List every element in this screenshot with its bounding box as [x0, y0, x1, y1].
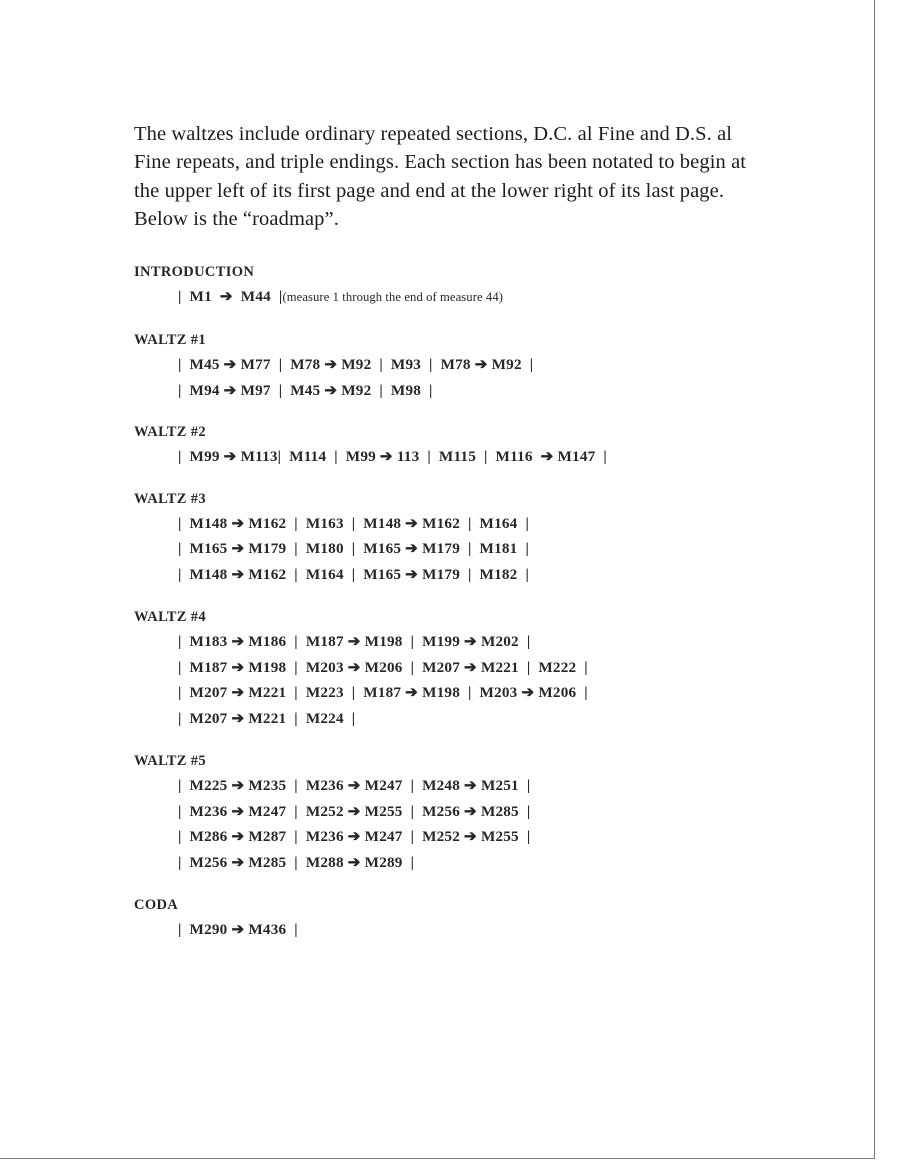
- section-title: WALTZ #4: [134, 609, 206, 626]
- measure-line: | M286 ➔ M287 | M236 ➔ M247 | M252 ➔ M25…: [178, 828, 531, 846]
- measure-line: | M45 ➔ M77 | M78 ➔ M92 | M93 | M78 ➔ M9…: [178, 356, 534, 374]
- section-title: CODA: [134, 897, 179, 914]
- measure-line: | M148 ➔ M162 | M163 | M148 ➔ M162 | M16…: [178, 514, 530, 532]
- section-waltz-3: WALTZ #3 | M148 ➔ M162 | M163 | M148 ➔ M…: [134, 491, 774, 588]
- section-waltz-2: WALTZ #2 | M99 ➔ M113| M114 | M99 ➔ 113 …: [134, 424, 774, 470]
- measure-line: | M236 ➔ M247 | M252 ➔ M255 | M256 ➔ M28…: [178, 802, 531, 820]
- measure-line: | M99 ➔ M113| M114 | M99 ➔ 113 | M115 | …: [178, 448, 607, 466]
- section-title: WALTZ #3: [134, 490, 206, 507]
- measure-line: | M165 ➔ M179 | M180 | M165 ➔ M179 | M18…: [178, 540, 530, 558]
- section-title: WALTZ #1: [134, 332, 206, 349]
- measure-line: | M290 ➔ M436 |: [178, 921, 298, 939]
- section-coda: CODA | M290 ➔ M436 |: [134, 897, 774, 943]
- measure-line: | M183 ➔ M186 | M187 ➔ M198 | M199 ➔ M20…: [178, 633, 531, 651]
- section-title: INTRODUCTION: [134, 263, 255, 280]
- section-title: WALTZ #2: [134, 424, 206, 441]
- measure-line: | M207 ➔ M221 | M223 | M187 ➔ M198 | M20…: [178, 684, 588, 702]
- section-waltz-4: WALTZ #4 | M183 ➔ M186 | M187 ➔ M198 | M…: [134, 609, 774, 731]
- section-waltz-5: WALTZ #5 | M225 ➔ M235 | M236 ➔ M247 | M…: [134, 753, 774, 875]
- intro-paragraph: The waltzes include ordinary repeated se…: [134, 123, 747, 231]
- measure-line: | M187 ➔ M198 | M203 ➔ M206 | M207 ➔ M22…: [178, 658, 588, 676]
- page-border-right: [874, 0, 875, 1159]
- measure-line: | M94 ➔ M97 | M45 ➔ M92 | M98 |: [178, 381, 433, 399]
- measure-line: | M225 ➔ M235 | M236 ➔ M247 | M248 ➔ M25…: [178, 777, 531, 795]
- measure-line: | M256 ➔ M285 | M288 ➔ M289 |: [178, 853, 415, 871]
- document-page: The waltzes include ordinary repeated se…: [0, 0, 900, 1164]
- section-waltz-1: WALTZ #1 | M45 ➔ M77 | M78 ➔ M92 | M93 |…: [134, 332, 774, 403]
- measure-note: (measure 1 through the end of measure 44…: [282, 289, 504, 304]
- section-title: WALTZ #5: [134, 753, 206, 770]
- document-content: The waltzes include ordinary repeated se…: [134, 120, 774, 943]
- measure-line: | M148 ➔ M162 | M164 | M165 ➔ M179 | M18…: [178, 565, 530, 583]
- measure-line: | M1 ➔ M44 |(measure 1 through the end o…: [178, 284, 774, 311]
- measure-range-text: | M1 ➔ M44 |: [178, 287, 283, 305]
- section-introduction: INTRODUCTION | M1 ➔ M44 |(measure 1 thro…: [134, 264, 774, 311]
- measure-line: | M207 ➔ M221 | M224 |: [178, 709, 356, 727]
- page-border-bottom: [0, 1158, 875, 1159]
